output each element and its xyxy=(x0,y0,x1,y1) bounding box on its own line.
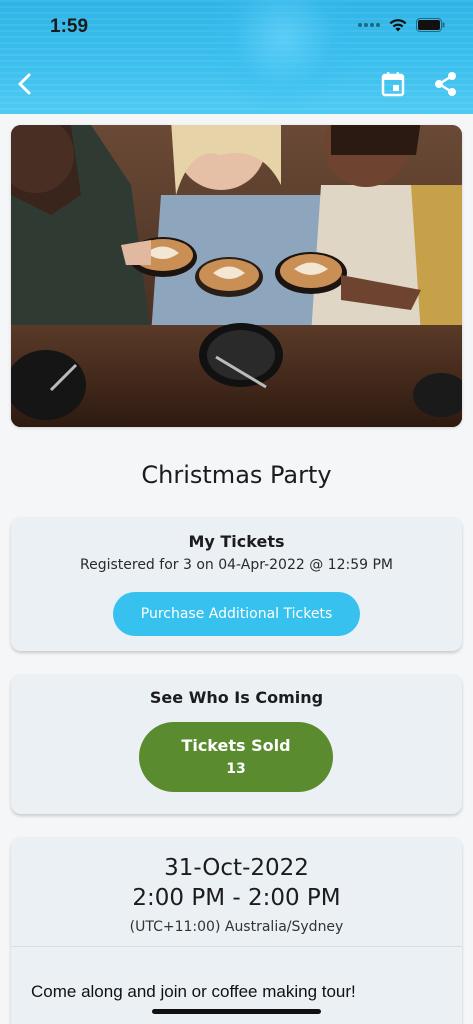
share-button[interactable] xyxy=(433,70,459,98)
event-title: Christmas Party xyxy=(141,461,332,489)
status-time: 1:59 xyxy=(50,16,89,37)
event-date: 31-Oct-2022 xyxy=(164,855,309,881)
header-orb-decoration xyxy=(208,0,358,114)
chevron-left-icon xyxy=(18,73,31,95)
app-header: 1:59 xyxy=(0,0,473,114)
purchase-additional-tickets-button[interactable]: Purchase Additional Tickets xyxy=(113,592,360,636)
registration-info: Registered for 3 on 04-Apr-2022 @ 12:59 … xyxy=(79,557,393,573)
event-time-range: 2:00 PM - 2:00 PM xyxy=(132,885,341,911)
tickets-sold-count: 13 xyxy=(226,761,246,777)
my-tickets-heading: My Tickets xyxy=(188,532,285,551)
tickets-sold-label: Tickets Sold xyxy=(181,736,291,755)
event-description: Come along and join or coffee making tou… xyxy=(31,982,356,1001)
see-who-is-coming-heading: See Who Is Coming xyxy=(149,688,324,707)
divider xyxy=(11,946,462,947)
see-who-is-coming-card: See Who Is Coming Tickets Sold 13 xyxy=(11,674,462,814)
my-tickets-card: My Tickets Registered for 3 on 04-Apr-20… xyxy=(11,517,462,651)
event-hero-image xyxy=(11,125,462,427)
home-indicator[interactable] xyxy=(152,1009,321,1014)
wifi-icon xyxy=(389,19,407,32)
coffee-party-photo xyxy=(11,125,462,427)
status-icons xyxy=(358,17,445,33)
calendar-icon xyxy=(381,72,405,97)
battery-icon xyxy=(416,18,445,32)
event-timezone: (UTC+11:00) Australia/Sydney xyxy=(129,919,344,935)
event-details-card: 31-Oct-2022 2:00 PM - 2:00 PM (UTC+11:00… xyxy=(11,837,462,1024)
signal-icon xyxy=(358,23,380,27)
tickets-sold-button[interactable]: Tickets Sold 13 xyxy=(139,722,333,792)
add-to-calendar-button[interactable] xyxy=(380,70,406,98)
back-button[interactable] xyxy=(12,70,40,98)
share-icon xyxy=(435,72,456,96)
